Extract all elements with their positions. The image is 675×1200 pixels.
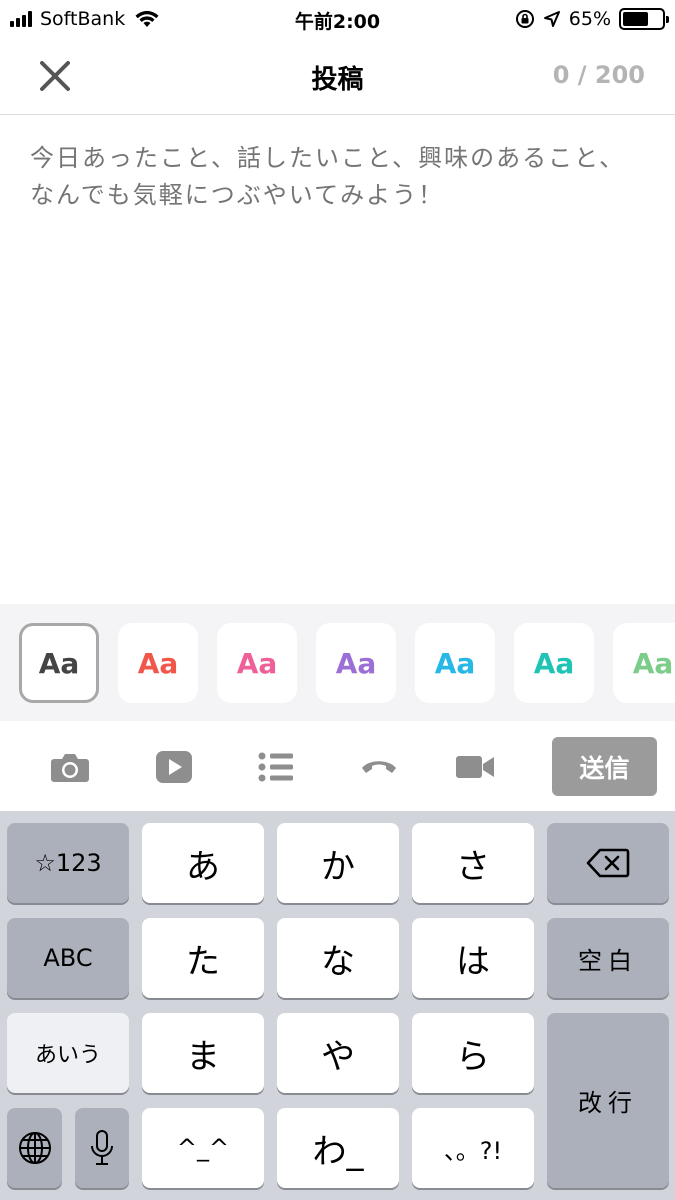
- delete-key[interactable]: [547, 823, 669, 903]
- dictation-key[interactable]: [75, 1108, 129, 1188]
- numbers-key[interactable]: ☆123: [7, 823, 129, 903]
- post-text-input[interactable]: [30, 140, 630, 580]
- key-ra[interactable]: ら: [412, 1013, 534, 1093]
- phone-icon: [362, 761, 396, 773]
- globe-key[interactable]: [7, 1108, 62, 1188]
- key-a[interactable]: あ: [142, 823, 264, 903]
- microphone-icon: [91, 1130, 113, 1165]
- battery-percent: 65%: [568, 8, 611, 30]
- send-button[interactable]: 送信: [552, 737, 657, 796]
- char-counter: 0 / 200: [552, 61, 645, 89]
- video-call-button[interactable]: [453, 747, 497, 787]
- text-color-option-4[interactable]: Aa: [316, 623, 396, 703]
- abc-key[interactable]: ABC: [7, 918, 129, 998]
- emoticon-key[interactable]: ^_^: [142, 1108, 264, 1188]
- globe-icon: [18, 1132, 51, 1164]
- japanese-keyboard: ☆123 あ か さ ABC た な は 空白 あいう ま や ら 改行 ^_^…: [0, 811, 675, 1200]
- poll-button[interactable]: [254, 747, 298, 787]
- camera-button[interactable]: [48, 747, 92, 787]
- post-toolbar: 送信: [0, 721, 675, 811]
- key-na[interactable]: な: [277, 918, 399, 998]
- orientation-lock-icon: [515, 10, 534, 28]
- text-color-option-7[interactable]: Aa: [613, 623, 675, 703]
- punctuation-key[interactable]: 、。?!: [412, 1108, 534, 1188]
- key-ha[interactable]: は: [412, 918, 534, 998]
- text-color-option-1[interactable]: Aa: [19, 623, 99, 703]
- key-ta[interactable]: た: [142, 918, 264, 998]
- call-button[interactable]: [357, 747, 401, 787]
- status-bar: SoftBank 午前2:00 65%: [0, 0, 675, 38]
- key-ya[interactable]: や: [277, 1013, 399, 1093]
- video-upload-button[interactable]: [152, 747, 196, 787]
- nav-bar: 投稿 0 / 200: [0, 38, 675, 115]
- text-color-option-3[interactable]: Aa: [217, 623, 297, 703]
- text-color-selector: Aa Aa Aa Aa Aa Aa Aa: [0, 604, 675, 721]
- text-color-option-5[interactable]: Aa: [415, 623, 495, 703]
- key-ka[interactable]: か: [277, 823, 399, 903]
- play-icon: [156, 751, 192, 783]
- text-color-option-6[interactable]: Aa: [514, 623, 594, 703]
- key-ma[interactable]: ま: [142, 1013, 264, 1093]
- return-key[interactable]: 改行: [547, 1013, 669, 1188]
- space-key[interactable]: 空白: [547, 918, 669, 998]
- key-wa[interactable]: わ_: [277, 1108, 399, 1188]
- status-right: 65%: [515, 6, 669, 32]
- text-color-option-2[interactable]: Aa: [118, 623, 198, 703]
- video-camera-icon: [456, 756, 494, 778]
- kana-key[interactable]: あいう: [7, 1013, 129, 1093]
- battery-icon: [619, 8, 669, 30]
- camera-icon: [51, 754, 89, 782]
- backspace-icon: [586, 848, 630, 878]
- location-arrow-icon: [543, 11, 560, 27]
- list-icon: [258, 752, 293, 782]
- key-sa[interactable]: さ: [412, 823, 534, 903]
